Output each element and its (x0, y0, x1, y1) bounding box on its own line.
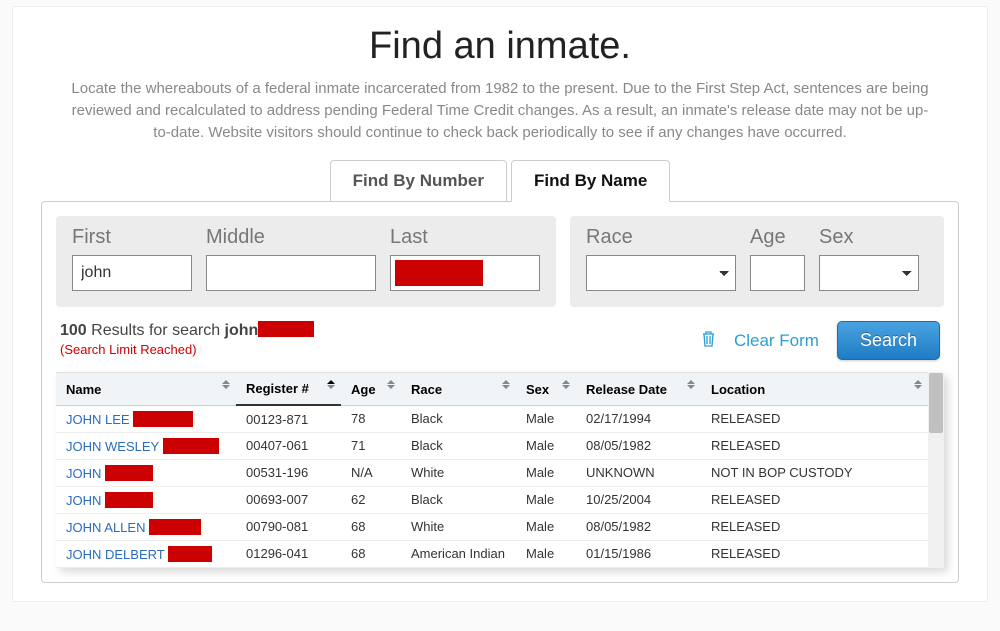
demographic-group: Race Age Sex (570, 216, 944, 307)
register-cell: 00790-081 (236, 513, 341, 540)
first-label: First (72, 226, 192, 249)
col-name[interactable]: Name (56, 373, 236, 406)
search-button[interactable]: Search (837, 321, 940, 360)
search-panel: First Middle Last Race (41, 201, 959, 583)
race-cell: Black (401, 486, 516, 513)
age-cell: 62 (341, 486, 401, 513)
age-cell: N/A (341, 459, 401, 486)
release-cell: 02/17/1994 (576, 405, 701, 432)
name-cell[interactable]: JOHN (56, 459, 236, 486)
middle-input[interactable] (206, 255, 376, 291)
register-cell: 00407-061 (236, 432, 341, 459)
scrollbar-thumb[interactable] (929, 373, 943, 433)
name-redaction (149, 519, 201, 535)
location-cell: RELEASED (701, 432, 928, 459)
race-cell: White (401, 513, 516, 540)
name-cell[interactable]: JOHN DELBERT (56, 540, 236, 567)
table-row: JOHN 00531-196N/AWhiteMaleUNKNOWNNOT IN … (56, 459, 928, 486)
sex-cell: Male (516, 432, 576, 459)
age-cell: 78 (341, 405, 401, 432)
results-summary: 100 Results for search john (Search Limi… (60, 321, 314, 357)
query-redaction (258, 321, 314, 337)
search-tabs: Find By Number Find By Name (41, 160, 959, 202)
register-cell: 00123-871 (236, 405, 341, 432)
race-cell: White (401, 459, 516, 486)
name-redaction (133, 411, 193, 427)
location-cell: RELEASED (701, 513, 928, 540)
col-sex[interactable]: Sex (516, 373, 576, 406)
race-label: Race (586, 226, 736, 249)
page-intro: Locate the whereabouts of a federal inma… (65, 78, 935, 143)
location-cell: RELEASED (701, 405, 928, 432)
race-select[interactable] (586, 255, 736, 291)
last-label: Last (390, 226, 540, 249)
release-cell: 10/25/2004 (576, 486, 701, 513)
name-cell[interactable]: JOHN ALLEN (56, 513, 236, 540)
register-cell: 00693-007 (236, 486, 341, 513)
release-cell: 01/15/1986 (576, 540, 701, 567)
name-redaction (163, 438, 219, 454)
table-row: JOHN LEE 00123-87178BlackMale02/17/1994R… (56, 405, 928, 432)
race-cell: Black (401, 432, 516, 459)
sex-cell: Male (516, 486, 576, 513)
first-input[interactable] (72, 255, 192, 291)
register-cell: 00531-196 (236, 459, 341, 486)
table-row: JOHN ALLEN 00790-08168WhiteMale08/05/198… (56, 513, 928, 540)
release-cell: 08/05/1982 (576, 513, 701, 540)
age-cell: 68 (341, 540, 401, 567)
col-race[interactable]: Race (401, 373, 516, 406)
name-redaction (105, 492, 153, 508)
middle-label: Middle (206, 226, 376, 249)
age-cell: 68 (341, 513, 401, 540)
scrollbar-track[interactable] (928, 372, 944, 568)
sex-cell: Male (516, 540, 576, 567)
last-redaction (395, 260, 483, 286)
name-cell[interactable]: JOHN WESLEY (56, 432, 236, 459)
name-redaction (105, 465, 153, 481)
table-row: JOHN 00693-00762BlackMale10/25/2004RELEA… (56, 486, 928, 513)
results-table: Name Register # Age Race Sex Release Dat… (56, 372, 928, 568)
release-cell: UNKNOWN (576, 459, 701, 486)
name-cell[interactable]: JOHN (56, 486, 236, 513)
col-location[interactable]: Location (701, 373, 928, 406)
sex-label: Sex (819, 226, 919, 249)
location-cell: RELEASED (701, 486, 928, 513)
col-age[interactable]: Age (341, 373, 401, 406)
race-cell: Black (401, 405, 516, 432)
age-input[interactable] (750, 255, 805, 291)
sex-cell: Male (516, 405, 576, 432)
sex-cell: Male (516, 513, 576, 540)
name-group: First Middle Last (56, 216, 556, 307)
table-row: JOHN WESLEY 00407-06171BlackMale08/05/19… (56, 432, 928, 459)
sex-select[interactable] (819, 255, 919, 291)
results-table-wrap: Name Register # Age Race Sex Release Dat… (56, 372, 944, 568)
age-label: Age (750, 226, 805, 249)
name-cell[interactable]: JOHN LEE (56, 405, 236, 432)
release-cell: 08/05/1982 (576, 432, 701, 459)
location-cell: NOT IN BOP CUSTODY (701, 459, 928, 486)
name-redaction (168, 546, 212, 562)
location-cell: RELEASED (701, 540, 928, 567)
page-title: Find an inmate. (41, 25, 959, 68)
col-register[interactable]: Register # (236, 373, 341, 406)
sex-cell: Male (516, 459, 576, 486)
col-release[interactable]: Release Date (576, 373, 701, 406)
trash-icon[interactable] (701, 330, 716, 352)
register-cell: 01296-041 (236, 540, 341, 567)
race-cell: American Indian (401, 540, 516, 567)
table-row: JOHN DELBERT 01296-04168American IndianM… (56, 540, 928, 567)
age-cell: 71 (341, 432, 401, 459)
tab-find-by-name[interactable]: Find By Name (511, 160, 670, 202)
clear-form-link[interactable]: Clear Form (734, 331, 819, 351)
tab-find-by-number[interactable]: Find By Number (330, 160, 507, 202)
